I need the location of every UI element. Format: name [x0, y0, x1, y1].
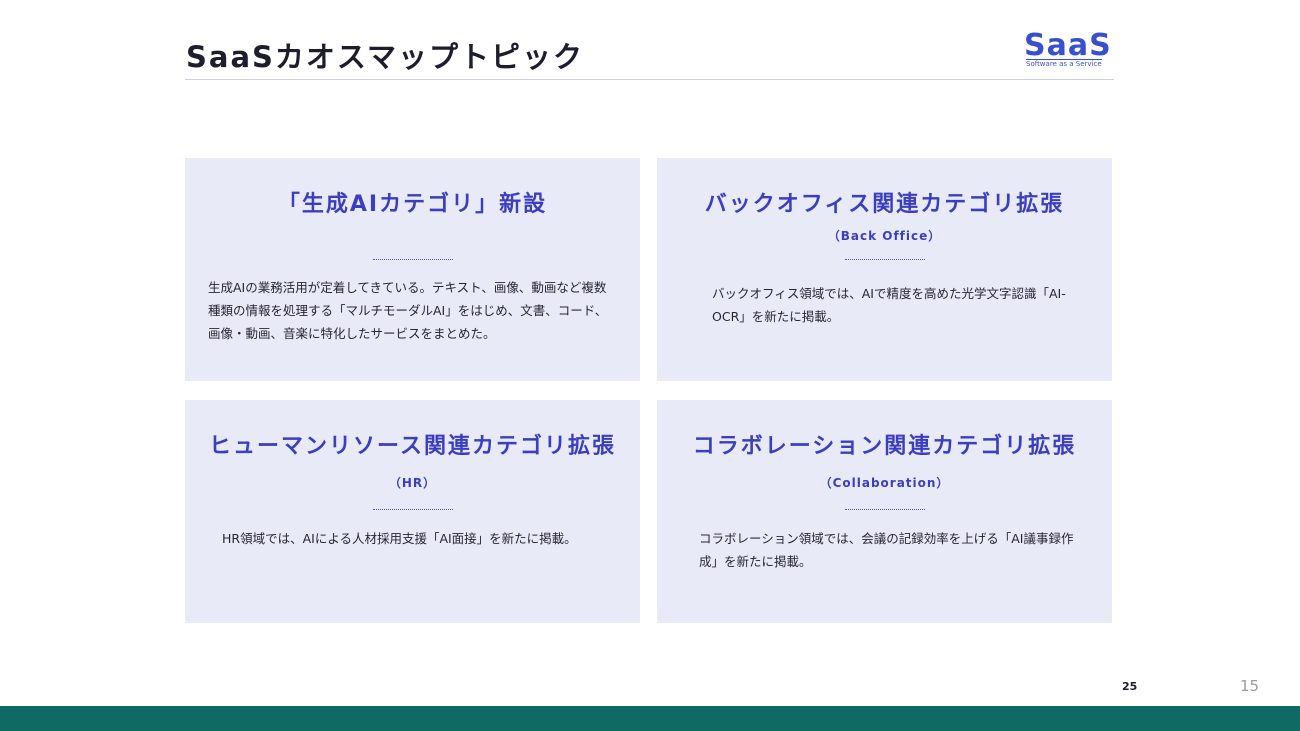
card-dotted-divider	[844, 509, 925, 510]
logo-tagline: Software as a Service	[1026, 59, 1102, 68]
header-divider	[185, 79, 1114, 80]
footer-band	[0, 706, 1300, 731]
card-subtitle: （Back Office）	[827, 229, 942, 243]
topic-card-hr: ヒューマンリソース関連カテゴリ拡張 （HR） HR領域では、AIによる人材採用支…	[185, 400, 640, 623]
saas-logo: SaaS Software as a Service	[1024, 30, 1116, 70]
card-subtitle: （Collaboration）	[819, 476, 950, 490]
card-dotted-divider	[372, 509, 453, 510]
card-description: バックオフィス領域では、AIで精度を高めた光学文字認識「AI-OCR」を新たに掲…	[712, 286, 1066, 324]
card-dotted-divider	[844, 259, 925, 260]
card-title: バックオフィス関連カテゴリ拡張	[704, 192, 1065, 217]
card-subtitle: （HR）	[388, 476, 437, 490]
topic-card-collaboration: コラボレーション関連カテゴリ拡張 （Collaboration） コラボレーショ…	[657, 400, 1112, 623]
page-title: SaaSカオスマップトピック	[186, 40, 585, 74]
topic-card-back-office: バックオフィス関連カテゴリ拡張 （Back Office） バックオフィス領域で…	[657, 158, 1112, 381]
card-dotted-divider	[372, 259, 453, 260]
card-title: ヒューマンリソース関連カテゴリ拡張	[209, 434, 616, 459]
source-page-number: 25	[1122, 680, 1138, 693]
slide-page-number: 15	[1240, 677, 1260, 695]
card-title: コラボレーション関連カテゴリ拡張	[692, 434, 1077, 459]
logo-wordmark: SaaS	[1024, 28, 1112, 63]
card-description: コラボレーション領域では、会議の記録効率を上げる「AI議事録作成」を新たに掲載。	[699, 531, 1074, 569]
card-description: HR領域では、AIによる人材採用支援「AI面接」を新たに掲載。	[222, 531, 577, 546]
card-description: 生成AIの業務活用が定着してきている。テキスト、画像、動画など複数種類の情報を処…	[208, 280, 608, 341]
topic-card-generative-ai: 「生成AIカテゴリ」新設 生成AIの業務活用が定着してきている。テキスト、画像、…	[185, 158, 640, 381]
card-title: 「生成AIカテゴリ」新設	[277, 192, 548, 217]
